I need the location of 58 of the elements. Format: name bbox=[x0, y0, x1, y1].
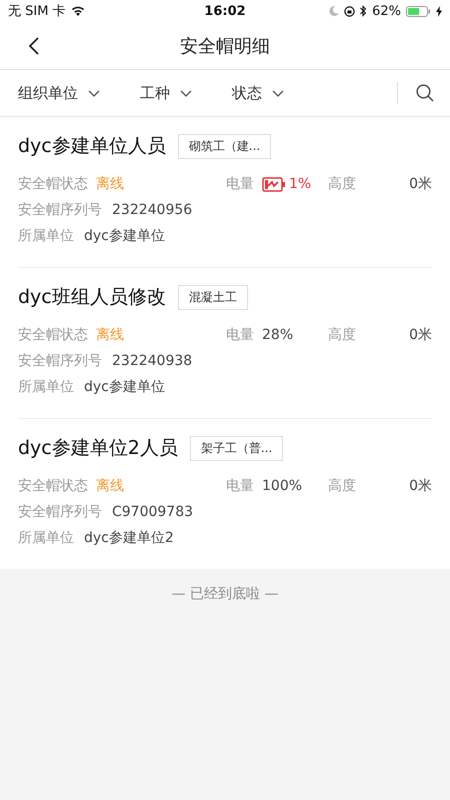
field-label: 所属单位 bbox=[18, 227, 74, 245]
height-value: 0米 bbox=[409, 175, 432, 193]
status-value: 离线 bbox=[96, 477, 124, 495]
height-value: 0米 bbox=[409, 477, 432, 495]
bluetooth-icon bbox=[360, 5, 368, 17]
page-title: 安全帽明细 bbox=[180, 34, 270, 58]
field-label: 电量 bbox=[226, 175, 254, 193]
carrier-text: 无 SIM 卡 bbox=[8, 3, 66, 20]
battery-icon bbox=[406, 6, 431, 16]
charging-icon bbox=[436, 6, 442, 16]
field-label: 安全帽序列号 bbox=[18, 503, 102, 521]
field-label: 安全帽状态 bbox=[18, 326, 88, 344]
battery-value: 1% bbox=[289, 176, 312, 192]
field-label: 所属单位 bbox=[18, 529, 74, 547]
trade-tag: 架子工（普... bbox=[190, 436, 284, 460]
unit-value: dyc参建单位2 bbox=[84, 529, 174, 547]
serial-value: 232240956 bbox=[112, 202, 192, 218]
battery-value: 28% bbox=[262, 327, 294, 343]
field-label: 安全帽状态 bbox=[18, 477, 88, 495]
trade-tag: 混凝土工 bbox=[178, 284, 248, 310]
chevron-down-icon bbox=[272, 90, 284, 96]
field-label: 所属单位 bbox=[18, 378, 74, 396]
field-label: 安全帽序列号 bbox=[18, 201, 102, 219]
field-label: 安全帽状态 bbox=[18, 175, 88, 193]
battery-percent: 62% bbox=[372, 4, 401, 18]
worker-name: dyc班组人员修改 bbox=[18, 285, 166, 310]
lock-rotation-icon bbox=[344, 6, 356, 16]
battery-value: 100% bbox=[262, 478, 302, 494]
field-label: 高度 bbox=[328, 477, 356, 495]
clock-text: 16:02 bbox=[204, 4, 246, 18]
moon-icon bbox=[329, 6, 340, 16]
field-label: 高度 bbox=[328, 175, 356, 193]
height-value: 0米 bbox=[409, 326, 432, 344]
search-icon[interactable] bbox=[416, 84, 434, 102]
unit-value: dyc参建单位 bbox=[84, 378, 165, 396]
field-label: 安全帽序列号 bbox=[18, 352, 102, 370]
trade-tag: 砌筑工（建... bbox=[178, 134, 272, 158]
worker-name: dyc参建单位2人员 bbox=[18, 436, 178, 461]
wifi-icon bbox=[70, 6, 85, 16]
field-label: 电量 bbox=[226, 326, 254, 344]
worker-card[interactable]: dyc班组人员修改 混凝土工 安全帽状态 离线 电量 28% 高度 0米 安全帽序列号 232240938 所属单位 dyc参建单位 bbox=[0, 268, 450, 419]
filter-dropdown[interactable]: 工种 bbox=[140, 84, 192, 102]
chevron-down-icon bbox=[88, 90, 100, 96]
worker-card[interactable]: dyc参建单位人员 砌筑工（建... 安全帽状态 离线 电量 1% 高度 0米 安全帽序列号 232240956 所属单位 dyc参建单位 bbox=[0, 117, 450, 268]
filter-dropdown[interactable]: 组织单位 bbox=[18, 84, 100, 102]
worker-name: dyc参建单位人员 bbox=[18, 134, 166, 159]
worker-card[interactable]: dyc参建单位2人员 架子工（普... 安全帽状态 离线 电量 100% 高度 0米 安全帽序列号 C97009783 所属单位 dyc参建单位2 bbox=[0, 419, 450, 569]
unit-value: dyc参建单位 bbox=[84, 227, 165, 245]
status-value: 离线 bbox=[96, 326, 124, 344]
end-of-list-text: — 已经到底啦 — bbox=[172, 586, 278, 602]
serial-value: C97009783 bbox=[112, 504, 194, 520]
chevron-down-icon bbox=[180, 90, 192, 96]
filter-dropdown[interactable]: 状态 bbox=[232, 84, 284, 102]
status-value: 离线 bbox=[96, 175, 124, 193]
back-icon[interactable] bbox=[28, 37, 39, 55]
serial-value: 232240938 bbox=[112, 353, 192, 369]
field-label: 高度 bbox=[328, 326, 356, 344]
field-label: 电量 bbox=[226, 477, 254, 495]
